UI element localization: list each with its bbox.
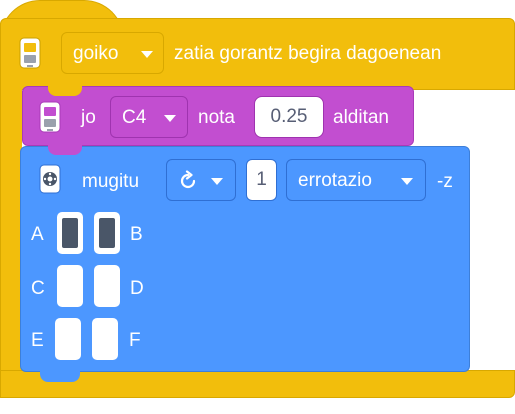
note-dropdown[interactable]: C4 — [110, 96, 188, 138]
face-toggle-b[interactable] — [94, 212, 120, 254]
face-label-d: D — [130, 278, 144, 299]
times-label: alditan — [333, 107, 389, 128]
face-label-a: A — [31, 224, 44, 245]
unit-dropdown-value: errotazio — [298, 170, 372, 191]
amount-input[interactable]: 1 — [246, 159, 277, 201]
face-label-e: E — [31, 330, 44, 351]
chevron-down-icon — [141, 51, 153, 58]
face-toggle-c[interactable] — [57, 265, 83, 307]
speaker-device-icon — [38, 100, 62, 134]
unit-dropdown[interactable]: errotazio — [286, 159, 426, 201]
block-notch — [48, 145, 82, 155]
duration-input[interactable]: 0.25 — [254, 96, 324, 138]
face-toggle-f[interactable] — [92, 318, 118, 360]
face-toggle-a[interactable] — [57, 212, 83, 254]
note-dropdown-value: C4 — [122, 107, 147, 128]
hat-block-arm — [0, 80, 22, 380]
face-label-b: B — [130, 224, 143, 245]
chevron-down-icon — [211, 178, 223, 185]
chevron-down-icon — [164, 115, 176, 122]
cube-controller-icon — [18, 36, 42, 70]
face-toggle-d[interactable] — [94, 265, 120, 307]
move-label: mugitu — [82, 171, 140, 192]
hat-label: zatia gorantz begira dagoenean — [174, 43, 442, 64]
motor-icon — [38, 163, 62, 195]
face-toggle-e[interactable] — [55, 318, 81, 360]
face-label-f: F — [129, 330, 141, 351]
block-notch — [48, 86, 82, 96]
rotate-clockwise-icon — [177, 170, 199, 197]
block-bottom-tab — [40, 370, 80, 382]
direction-dropdown[interactable] — [166, 159, 236, 201]
play-label: jo — [81, 107, 96, 128]
chevron-down-icon — [401, 178, 413, 185]
axis-label: -z — [437, 171, 453, 192]
note-label: nota — [198, 107, 235, 128]
side-dropdown-value: goiko — [73, 43, 119, 64]
face-label-c: C — [31, 278, 45, 299]
side-dropdown[interactable]: goiko — [61, 32, 164, 74]
